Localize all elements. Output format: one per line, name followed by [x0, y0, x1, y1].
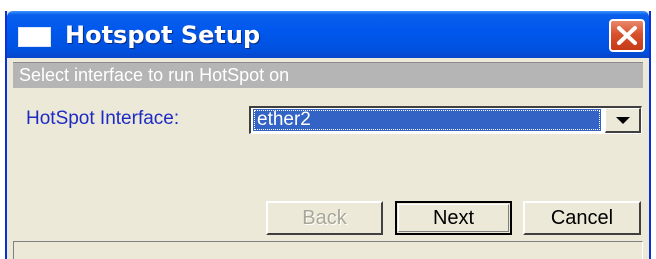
close-button[interactable]: [609, 19, 645, 52]
step-description: Select interface to run HotSpot on: [19, 65, 290, 85]
back-button[interactable]: Back: [266, 201, 383, 235]
next-button[interactable]: Next: [395, 201, 512, 235]
hotspot-setup-dialog: Hotspot Setup Select interface to run Ho…: [5, 11, 651, 259]
status-bar: [13, 241, 643, 259]
close-icon: [617, 26, 637, 45]
window-icon: [18, 27, 51, 47]
hotspot-interface-select[interactable]: ether2: [249, 106, 642, 134]
chevron-down-icon: [616, 117, 630, 124]
cancel-button[interactable]: Cancel: [523, 201, 641, 235]
dropdown-button[interactable]: [605, 108, 641, 133]
window-title: Hotspot Setup: [65, 21, 261, 49]
step-header: Select interface to run HotSpot on: [13, 62, 643, 88]
hotspot-interface-value[interactable]: ether2: [253, 109, 601, 131]
hotspot-interface-label: HotSpot Interface:: [26, 108, 180, 129]
title-bar[interactable]: Hotspot Setup: [7, 11, 649, 58]
